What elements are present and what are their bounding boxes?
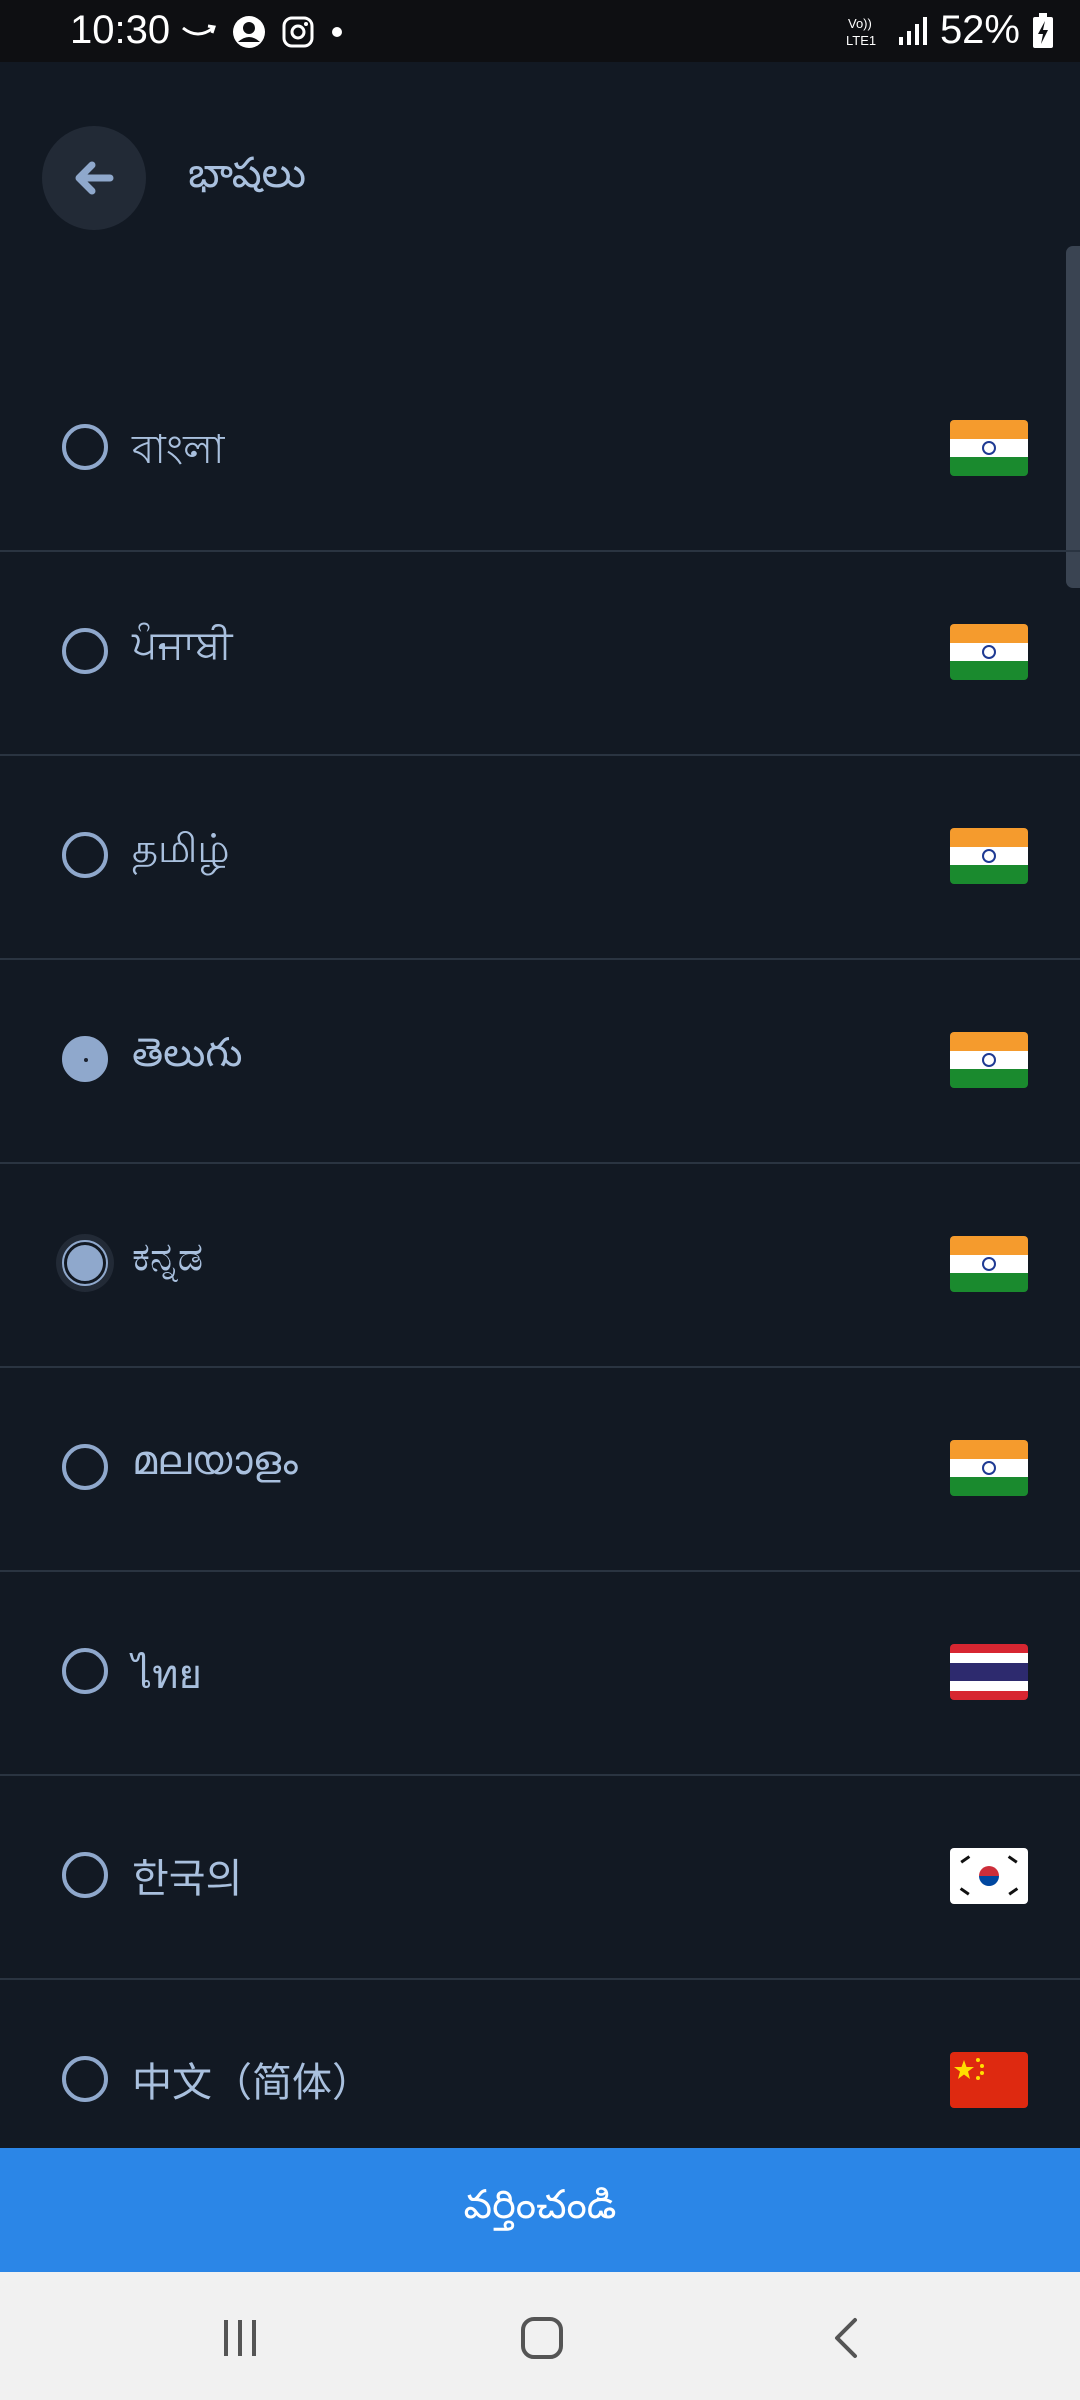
volte-icon: Vo)) LTE1 — [846, 16, 876, 48]
recent-apps-button[interactable] — [210, 2308, 270, 2368]
instagram-icon — [282, 16, 314, 48]
system-nav-bar — [0, 2272, 1080, 2400]
home-icon — [521, 2317, 563, 2359]
radio-button-selected[interactable] — [62, 1036, 108, 1082]
page-title: భాషలు — [188, 148, 306, 197]
amazon-icon — [182, 24, 216, 36]
language-row-bengali[interactable]: বাংলা — [0, 348, 1080, 552]
language-label: ಕನ್ನಡ — [132, 1234, 204, 1280]
india-flag-icon — [950, 1440, 1028, 1496]
india-flag-icon — [950, 1236, 1028, 1292]
home-button[interactable] — [512, 2308, 572, 2368]
radio-button-pressed[interactable] — [62, 1240, 108, 1286]
radio-button[interactable] — [62, 832, 108, 878]
language-row-tamil[interactable]: தமிழ் — [0, 756, 1080, 960]
status-bar: 10:30 Vo)) LTE1 52% — [0, 0, 1080, 62]
chevron-left-icon — [835, 2318, 857, 2358]
radio-button[interactable] — [62, 424, 108, 470]
china-flag-icon — [950, 2052, 1028, 2108]
arrow-left-icon — [75, 161, 114, 195]
status-time: 10:30 — [70, 8, 171, 52]
language-label: தமிழ் — [132, 826, 230, 872]
back-button[interactable] — [42, 126, 146, 230]
battery-charging-icon — [1033, 12, 1053, 48]
language-row-korean[interactable]: 한국의 — [0, 1776, 1080, 1980]
india-flag-icon — [950, 420, 1028, 476]
battery-percent: 52% — [939, 8, 1020, 52]
back-nav-button[interactable] — [816, 2308, 876, 2368]
radio-button[interactable] — [62, 1648, 108, 1694]
language-row-malayalam[interactable]: മലയാളം — [0, 1368, 1080, 1572]
svg-text:Vo)): Vo)) — [848, 16, 872, 31]
notification-dot-icon — [332, 27, 342, 37]
south-korea-flag-icon — [950, 1848, 1028, 1904]
language-label: ไทย — [132, 1652, 202, 1698]
language-row-punjabi[interactable]: ਪੰਜਾਬੀ — [0, 552, 1080, 756]
app-header: భాషలు — [0, 62, 1080, 302]
radio-button[interactable] — [62, 628, 108, 674]
radio-button[interactable] — [62, 2056, 108, 2102]
india-flag-icon — [950, 828, 1028, 884]
language-label: 中文（简体） — [132, 2060, 372, 2106]
status-notification-icons — [180, 12, 344, 52]
status-system-icons: Vo)) LTE1 52% — [846, 8, 1054, 53]
language-row-thai[interactable]: ไทย — [0, 1572, 1080, 1776]
india-flag-icon — [950, 624, 1028, 680]
language-label: ਪੰਜਾਬੀ — [132, 622, 233, 668]
signal-icon — [898, 16, 927, 45]
svg-text:LTE1: LTE1 — [846, 33, 876, 48]
language-list: বাংলা ਪੰਜਾਬੀ தமிழ் తెలుగు ಕನ್ನಡ മലയാളം ไ… — [0, 348, 1080, 2184]
recent-apps-icon — [224, 2320, 256, 2356]
apply-button-label: వర్తించండి — [463, 2182, 617, 2228]
radio-button[interactable] — [62, 1444, 108, 1490]
language-label: বাংলা — [132, 427, 225, 473]
language-row-telugu[interactable]: తెలుగు — [0, 960, 1080, 1164]
language-label: 한국의 — [132, 1856, 243, 1902]
language-label: తెలుగు — [132, 1030, 243, 1076]
apply-button[interactable]: వర్తించండి — [0, 2148, 1080, 2272]
thailand-flag-icon — [950, 1644, 1028, 1700]
account-icon — [233, 16, 265, 48]
india-flag-icon — [950, 1032, 1028, 1088]
radio-button[interactable] — [62, 1852, 108, 1898]
language-row-kannada[interactable]: ಕನ್ನಡ — [0, 1164, 1080, 1368]
language-label: മലയാളം — [132, 1438, 298, 1484]
